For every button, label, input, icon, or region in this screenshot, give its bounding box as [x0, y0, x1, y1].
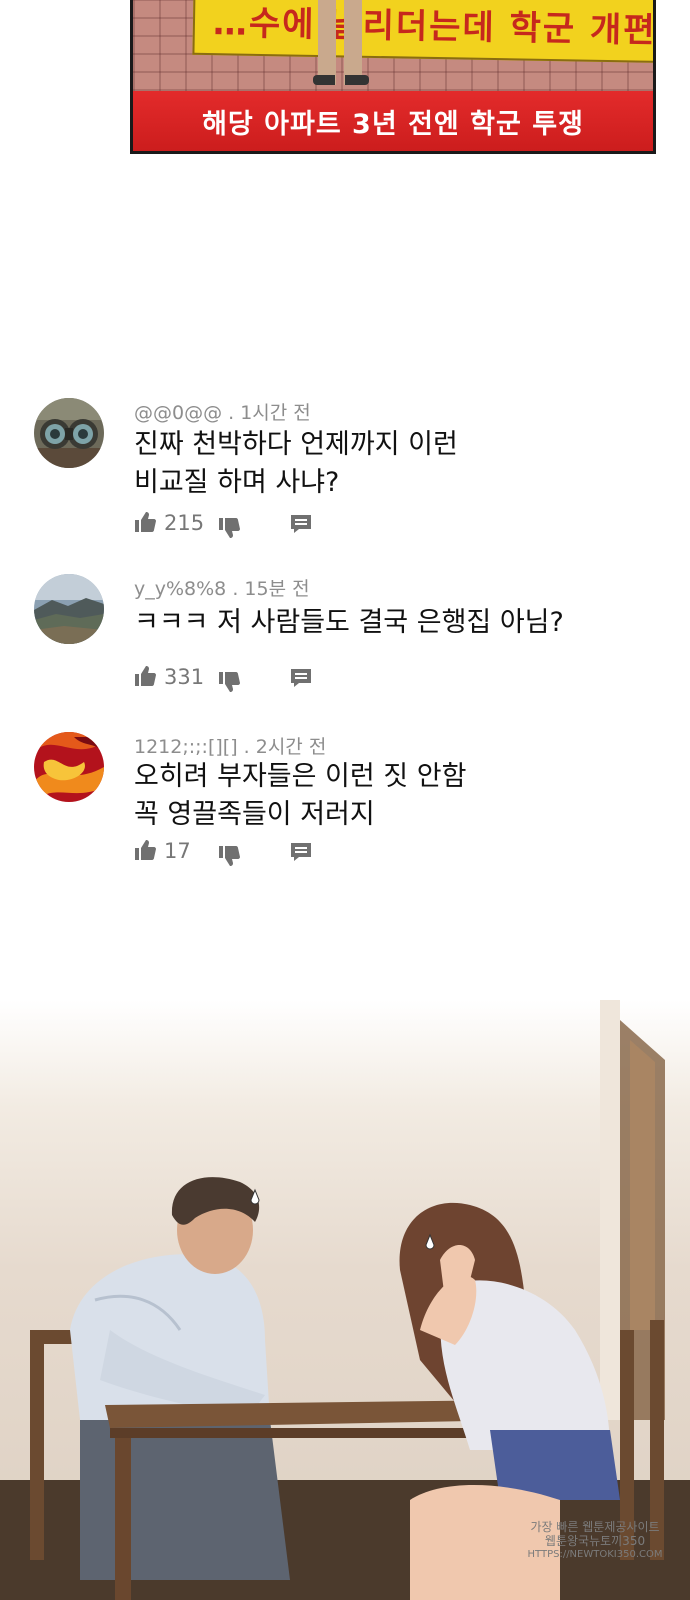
thumbs-up-icon[interactable]: [134, 665, 156, 687]
like-count: 17: [164, 839, 191, 863]
abstract-red-icon: [34, 732, 104, 802]
like-count: 215: [164, 511, 205, 535]
comment-text: ㅋㅋㅋ 저 사람들도 결국 은행집 아님?: [134, 607, 564, 638]
protest-banner-text: …수에 날리더는데 학군 개편 웬 말이: [212, 3, 656, 53]
comment-text: 오히려 부자들은 이런 짓 안함 꼭 영끌족들이 저러지: [134, 761, 467, 830]
protest-banner: …수에 날리더는데 학군 개편 웬 말이: [192, 0, 656, 64]
comment-author[interactable]: y_y%8%8: [134, 578, 226, 600]
watermark-line: 가장 빠른 웹툰제공사이트: [530, 1520, 660, 1534]
binoculars-icon: [34, 398, 104, 468]
comment-time: 2시간 전: [255, 736, 327, 758]
comment-text: 진짜 천박하다 언제까지 이런 비교질 하며 사냐?: [134, 429, 458, 498]
watermark-url: HTTPS://NEWTOKI350.COM: [527, 1549, 663, 1560]
avatar[interactable]: [34, 398, 104, 468]
comment-author[interactable]: @@0@@: [134, 402, 222, 424]
meta-separator: .: [226, 578, 245, 600]
avatar[interactable]: [34, 574, 104, 644]
news-caption-bar: 해당 아파트 3년 전엔 학군 투쟁: [133, 91, 653, 151]
reply-icon[interactable]: [290, 668, 312, 688]
person-legs: [318, 0, 362, 85]
thumbs-down-icon[interactable]: [218, 671, 240, 693]
comment-actions: 215: [134, 511, 334, 539]
comment-time: 1시간 전: [240, 402, 311, 424]
comment-time: 15분 전: [244, 578, 310, 600]
meta-separator: .: [237, 736, 256, 758]
thumbs-down-icon[interactable]: [218, 845, 240, 867]
comment-meta: @@0@@ . 1시간 전: [134, 398, 311, 425]
comment-meta: y_y%8%8 . 15분 전: [134, 574, 310, 601]
news-panel-image: …수에 날리더는데 학군 개편 웬 말이 해당 아파트 3년 전엔 학군 투쟁: [130, 0, 656, 154]
reply-icon[interactable]: [290, 514, 312, 534]
landscape-icon: [34, 574, 104, 644]
avatar[interactable]: [34, 732, 104, 802]
comic-illustration: [0, 1000, 690, 1600]
news-caption: 해당 아파트 3년 전엔 학군 투쟁: [202, 108, 584, 140]
comment-meta: 1212;:;:[][] . 2시간 전: [134, 732, 326, 759]
like-count: 331: [164, 665, 205, 689]
person-shoes: [313, 75, 369, 85]
meta-separator: .: [222, 402, 241, 424]
comic-scene: [0, 1000, 690, 1600]
comment-actions: 331: [134, 665, 334, 693]
thumbs-up-icon[interactable]: [134, 511, 156, 533]
comment-actions: 17: [134, 839, 334, 867]
watermark-line: 웹툰왕국뉴토끼350: [544, 1534, 646, 1548]
thumbs-down-icon[interactable]: [218, 517, 240, 539]
reply-icon[interactable]: [290, 842, 312, 862]
comment-author[interactable]: 1212;:;:[][]: [134, 736, 238, 758]
site-watermark: 가장 빠른 웹툰제공사이트 웹툰왕국뉴토끼350 HTTPS://NEWTOKI…: [520, 1520, 670, 1562]
thumbs-up-icon[interactable]: [134, 839, 156, 861]
